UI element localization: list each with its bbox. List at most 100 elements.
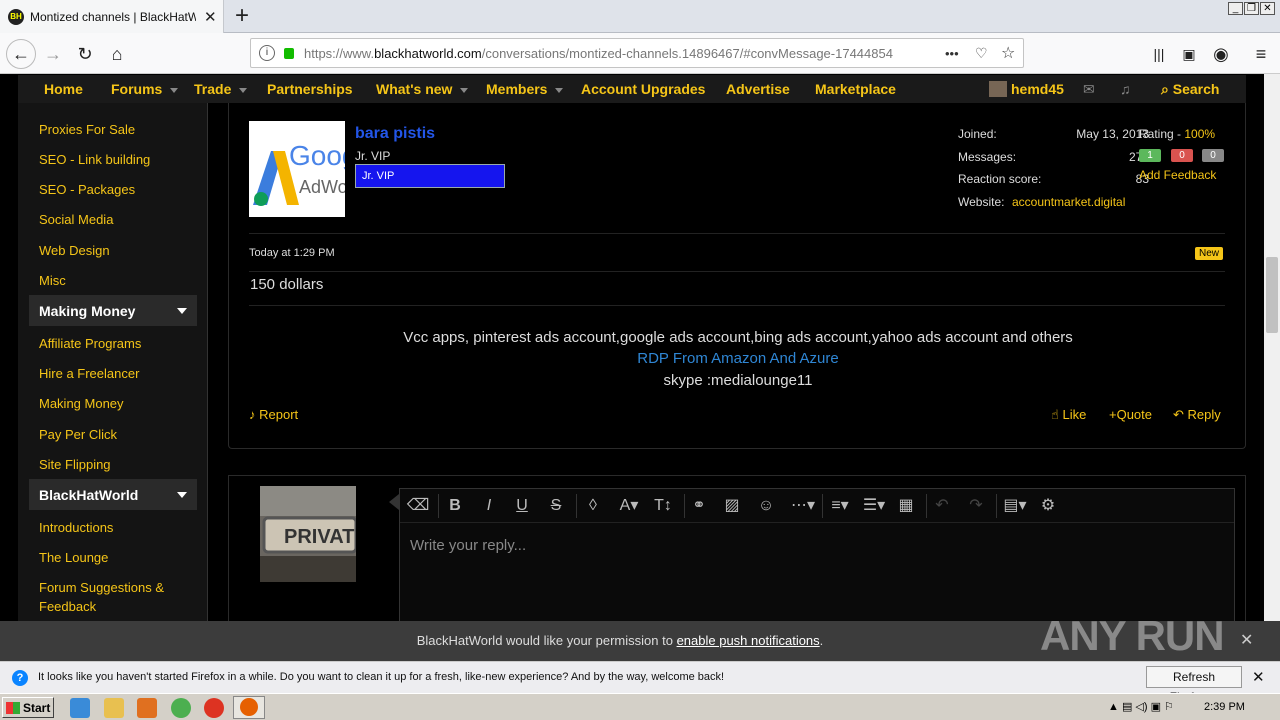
bold-icon[interactable]: B [443, 496, 467, 516]
quote-button[interactable]: +Quote [1109, 407, 1152, 422]
sidebar-item-forum-suggestions[interactable]: Forum Suggestions & [39, 580, 164, 595]
website-link[interactable]: accountmarket.digital [1012, 195, 1125, 209]
add-feedback-link[interactable]: Add Feedback [1139, 168, 1216, 182]
opera-icon[interactable] [204, 698, 224, 718]
reload-icon[interactable]: ↻ [72, 41, 98, 67]
sidebar-item-ppc[interactable]: Pay Per Click [39, 427, 117, 442]
report-button[interactable]: ♪ Report [249, 407, 298, 422]
like-button[interactable]: ☝ Like [1051, 407, 1086, 423]
italic-icon[interactable]: I [477, 496, 501, 516]
sidebar-item-the-lounge[interactable]: The Lounge [39, 550, 108, 565]
nav-account-upgrades[interactable]: Account Upgrades [581, 81, 705, 97]
chrome-icon[interactable] [171, 698, 191, 718]
sidebar-section-making-money[interactable]: Making Money [29, 295, 197, 326]
sidebar-item-social-media[interactable]: Social Media [39, 212, 113, 227]
library-icon[interactable]: ||| [1146, 41, 1172, 67]
sidebar-item-seo-packages[interactable]: SEO - Packages [39, 182, 135, 197]
bell-icon[interactable]: ♫ [1120, 81, 1131, 97]
sidebar-item-seo-link-building[interactable]: SEO - Link building [39, 152, 150, 167]
strikethrough-icon[interactable]: S [544, 496, 568, 516]
underline-icon[interactable]: U [510, 496, 534, 516]
page-scrollbar[interactable] [1264, 74, 1280, 660]
sidebar-item-site-flipping[interactable]: Site Flipping [39, 457, 111, 472]
page-actions-icon[interactable]: ••• [945, 46, 959, 61]
refresh-firefox-button[interactable]: Refresh Firefox… [1146, 666, 1242, 704]
forward-arrow-icon[interactable]: → [40, 41, 66, 67]
table-icon[interactable]: ▦ [894, 496, 918, 516]
pocket-icon[interactable]: ♡ [975, 45, 988, 62]
undo-icon[interactable]: ↶ [930, 496, 954, 516]
smiley-icon[interactable]: ☺ [754, 496, 778, 516]
ie-icon[interactable] [70, 698, 90, 718]
media-player-icon[interactable] [137, 698, 157, 718]
sidebar-item-feedback[interactable]: Feedback [39, 599, 96, 614]
list-icon[interactable]: ☰▾ [859, 496, 889, 516]
sidebar-item-making-money[interactable]: Making Money [39, 396, 124, 411]
start-button[interactable]: Start [2, 697, 54, 718]
sidebar-item-introductions[interactable]: Introductions [39, 520, 113, 535]
enable-push-link[interactable]: enable push notifications [677, 633, 820, 648]
nav-trade[interactable]: Trade [194, 81, 248, 97]
sidebar-item-affiliate[interactable]: Affiliate Programs [39, 336, 141, 351]
lock-icon[interactable] [284, 47, 294, 59]
reply-input[interactable]: Write your reply... [410, 537, 526, 554]
nav-search[interactable]: ⌕ Search [1161, 81, 1219, 98]
maximize-button[interactable]: ❐ [1244, 2, 1259, 15]
site-info-icon[interactable]: i [259, 45, 275, 61]
nav-advertise[interactable]: Advertise [726, 81, 790, 97]
sidebar-item-freelancer[interactable]: Hire a Freelancer [39, 366, 139, 381]
feedback-neutral[interactable]: 0 [1202, 149, 1224, 162]
feedback-negative[interactable]: 0 [1171, 149, 1193, 162]
sidebar-icon[interactable]: ▣ [1176, 41, 1202, 67]
new-tab-button[interactable]: + [230, 2, 254, 30]
feedback-positive[interactable]: 1 [1139, 149, 1161, 162]
browser-tab[interactable]: BH Montized channels | BlackHatWorld ✕ [0, 0, 224, 33]
align-icon[interactable]: ≡▾ [825, 496, 855, 516]
explorer-icon[interactable] [104, 698, 124, 718]
sidebar-item-web-design[interactable]: Web Design [39, 243, 110, 258]
clear-format-icon[interactable]: ⌫ [406, 496, 430, 516]
font-family-icon[interactable]: A▾ [614, 496, 644, 516]
nav-members[interactable]: Members [486, 81, 564, 97]
nav-home[interactable]: Home [44, 81, 83, 97]
sidebar-section-blackhatworld[interactable]: BlackHatWorld [29, 479, 197, 510]
poster-username[interactable]: bara pistis [355, 125, 435, 143]
gear-icon[interactable]: ⚙ [1036, 496, 1060, 516]
more-insert-icon[interactable]: ⋯▾ [788, 496, 818, 516]
nav-forums[interactable]: Forums [111, 81, 179, 97]
menu-icon[interactable]: ≡ [1248, 41, 1274, 67]
user-avatar[interactable] [989, 81, 1007, 97]
font-size-icon[interactable]: T↕ [648, 496, 678, 516]
post-timestamp[interactable]: Today at 1:29 PM [249, 247, 335, 259]
inbox-icon[interactable]: ✉ [1083, 81, 1095, 98]
nav-user[interactable]: hemd45 [1011, 81, 1064, 97]
sidebar-item-proxies[interactable]: Proxies For Sale [39, 122, 135, 137]
color-drop-icon[interactable]: ◊ [581, 496, 605, 516]
sidebar-item-misc[interactable]: Misc [39, 273, 66, 288]
firefox-task-button[interactable] [233, 696, 265, 719]
push-close-icon[interactable]: ✕ [1240, 630, 1253, 650]
nav-partnerships[interactable]: Partnerships [267, 81, 353, 97]
redo-icon[interactable]: ↷ [964, 496, 988, 516]
nav-whats-new[interactable]: What's new [376, 81, 469, 97]
link-icon[interactable]: ⚭ [687, 496, 711, 516]
back-arrow-icon[interactable]: ← [6, 39, 36, 69]
home-icon[interactable]: ⌂ [104, 41, 130, 67]
url-bar[interactable]: i https://www. blackhatworld.com/conversa… [250, 38, 1024, 68]
tab-close-icon[interactable]: ✕ [204, 8, 217, 26]
scrollbar-thumb[interactable] [1266, 257, 1278, 333]
minimize-button[interactable]: _ [1228, 2, 1243, 15]
notification-close-icon[interactable]: ✕ [1252, 668, 1265, 686]
system-clock[interactable]: 2:39 PM [1204, 701, 1245, 713]
bookmark-star-icon[interactable]: ☆ [1001, 43, 1015, 63]
drafts-icon[interactable]: ▤▾ [1000, 496, 1030, 516]
signature-rdp-link[interactable]: RDP From Amazon And Azure [229, 350, 1247, 367]
account-icon[interactable]: ◉ [1208, 41, 1234, 67]
poster-avatar[interactable]: Goog AdWo [249, 121, 345, 217]
tray-icons[interactable]: ▲ ▤ ◁) ▣ ⚐ [1108, 700, 1174, 713]
nav-marketplace[interactable]: Marketplace [815, 81, 896, 97]
window-close-button[interactable]: ✕ [1260, 2, 1275, 15]
my-avatar[interactable]: PRIVAT [260, 486, 356, 582]
reply-button[interactable]: ↶ Reply [1173, 407, 1221, 423]
image-icon[interactable]: ▨ [720, 496, 744, 516]
